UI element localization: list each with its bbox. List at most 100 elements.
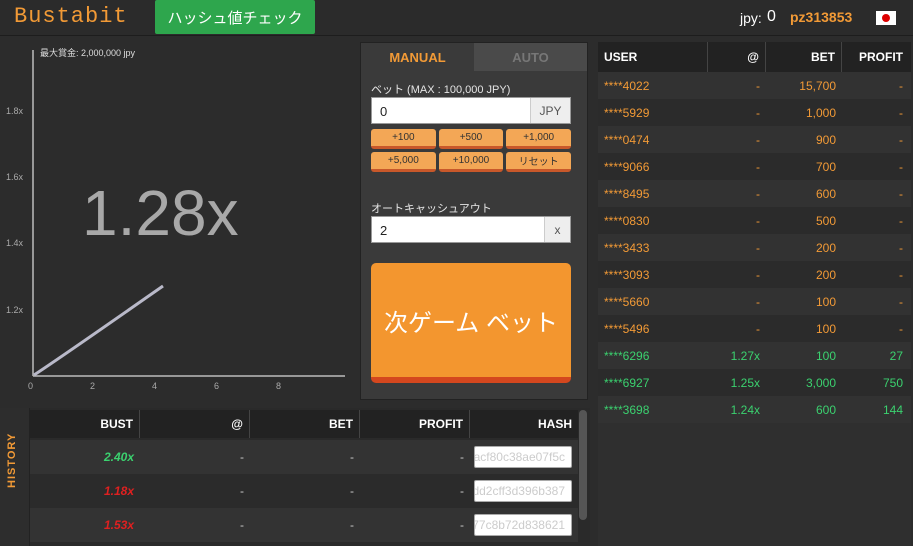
reset-button[interactable]: リセット — [506, 152, 571, 172]
player-at: - — [756, 294, 760, 309]
history-tab[interactable]: HISTORY — [0, 408, 30, 546]
x-tick: 6 — [214, 381, 219, 391]
player-profit: - — [899, 294, 903, 309]
history-row[interactable]: 1.53x - - -777c8b72d838621 — [30, 508, 578, 542]
y-tick: 1.2x — [6, 305, 24, 315]
bet-amount-value[interactable]: 0 — [372, 98, 530, 123]
col-profit[interactable]: PROFIT — [842, 42, 911, 72]
player-row: ****0474 - 900 - — [598, 126, 911, 153]
add-5000-button[interactable]: +5,000 — [371, 152, 436, 172]
player-at: 1.25x — [730, 375, 760, 390]
player-at: 1.24x — [730, 402, 760, 417]
balance-label: jpy: — [740, 10, 762, 26]
player-bet: 700 — [815, 159, 836, 174]
history-header: BUST @ BET PROFIT HASH — [30, 410, 578, 438]
col-hash: HASH — [537, 417, 572, 431]
add-500-button[interactable]: +500 — [438, 129, 504, 149]
place-bet-button[interactable]: 次ゲーム ベット — [371, 263, 571, 383]
player-at: - — [756, 321, 760, 336]
japan-flag-icon[interactable] — [876, 11, 896, 25]
top-bar: Bustabit ハッシュ値チェック jpy: 0 pz313853 — [0, 0, 913, 36]
multiplier-line — [33, 284, 164, 377]
player-row: ****0830 - 500 - — [598, 207, 911, 234]
auto-cashout-label: オートキャッシュアウト — [371, 203, 492, 215]
y-tick: 1.6x — [6, 172, 24, 182]
player-bet: 100 — [815, 294, 836, 309]
player-row: ****3093 - 200 - — [598, 261, 911, 288]
col-at: @ — [140, 410, 250, 438]
player-bet: 3,000 — [805, 375, 836, 390]
player-profit: 27 — [889, 348, 903, 363]
player-row: ****5496 - 100 - — [598, 315, 911, 342]
x-tick: 8 — [276, 381, 281, 391]
col-at[interactable]: @ — [708, 42, 766, 72]
add-1000-button[interactable]: +1,000 — [506, 129, 571, 149]
player-bet: 900 — [815, 132, 836, 147]
history-at: - — [240, 518, 244, 532]
y-tick: 1.4x — [6, 238, 24, 248]
hash-cell: ddd2cff3d396b387 — [470, 474, 578, 508]
player-bet: 600 — [815, 186, 836, 201]
history-row[interactable]: 1.18x - - - ddd2cff3d396b387 — [30, 474, 578, 508]
player-row: ****4022 - 15,700 - — [598, 72, 911, 99]
x-tick: 4 — [152, 381, 157, 391]
bet-amount-field[interactable]: 0 JPY — [371, 97, 571, 124]
player-at: - — [756, 213, 760, 228]
player-profit: - — [899, 159, 903, 174]
current-multiplier: 1.28x — [82, 177, 239, 249]
hash-cell: 777c8b72d838621 — [470, 508, 578, 542]
y-tick: 1.8x — [6, 106, 24, 116]
player-at: 1.27x — [730, 348, 760, 363]
player-row: ****3698 1.24x 600 144 — [598, 396, 911, 423]
bust-value: 1.53x — [103, 518, 134, 532]
hash-field[interactable]: a7acf80c38ae07f5c — [474, 446, 572, 468]
bust-value: 2.40x — [103, 450, 134, 464]
x-tick: 0 — [28, 381, 33, 391]
add-100-button[interactable]: +100 — [371, 129, 436, 149]
player-bet: 15,700 — [799, 78, 836, 93]
player-row: ****5660 - 100 - — [598, 288, 911, 315]
bust-value: 1.18x — [103, 484, 134, 498]
tab-auto[interactable]: AUTO — [474, 43, 587, 71]
game-graph: 1.8x 1.6x 1.4x 1.2x 0 2 4 6 8 最大賞金: 2,00… — [0, 38, 355, 400]
player-at: - — [756, 78, 760, 93]
history-at: - — [240, 484, 244, 498]
col-user[interactable]: USER — [598, 42, 708, 72]
tab-manual[interactable]: MANUAL — [361, 43, 474, 71]
history-tab-label: HISTORY — [6, 432, 18, 488]
hash-field[interactable]: 777c8b72d838621 — [474, 514, 572, 536]
player-row: ****5929 - 1,000 - — [598, 99, 911, 126]
hash-check-button[interactable]: ハッシュ値チェック — [155, 0, 315, 34]
col-bet: BET — [250, 410, 360, 438]
player-user: ****5496 — [604, 321, 650, 336]
player-profit: - — [899, 78, 903, 93]
bet-panel: MANUAL AUTO ベット (MAX : 100,000 JPY) 0 JP… — [360, 42, 588, 400]
history-profit: - — [460, 484, 464, 498]
player-user: ****6927 — [604, 375, 650, 390]
player-row: ****8495 - 600 - — [598, 180, 911, 207]
player-row: ****6296 1.27x 100 27 — [598, 342, 911, 369]
cashout-unit: x — [544, 217, 570, 242]
auto-cashout-value[interactable]: 2 — [372, 217, 544, 242]
balance-value: 0 — [767, 8, 776, 25]
auto-cashout-field[interactable]: 2 x — [371, 216, 571, 243]
player-user: ****3433 — [604, 240, 650, 255]
add-10000-button[interactable]: +10,000 — [438, 152, 504, 172]
player-at: - — [756, 159, 760, 174]
player-at: - — [756, 132, 760, 147]
bet-amount-label: ベット (MAX : 100,000 JPY) — [371, 84, 511, 96]
player-bet: 100 — [815, 321, 836, 336]
hash-cell: a7acf80c38ae07f5c — [470, 440, 578, 474]
player-profit: 144 — [882, 402, 903, 417]
player-user: ****5660 — [604, 294, 650, 309]
hash-field[interactable]: ddd2cff3d396b387 — [474, 480, 572, 502]
col-bet[interactable]: BET — [766, 42, 842, 72]
history-scrollbar[interactable] — [579, 410, 587, 520]
player-bet: 1,000 — [805, 105, 836, 120]
username[interactable]: pz313853 — [790, 9, 852, 25]
player-row: ****3433 - 200 - — [598, 234, 911, 261]
player-at: - — [756, 105, 760, 120]
history-row[interactable]: 2.40x---a7acf80c38ae07f5c — [30, 440, 578, 474]
player-row: ****6927 1.25x 3,000 750 — [598, 369, 911, 396]
player-user: ****0474 — [604, 132, 650, 147]
